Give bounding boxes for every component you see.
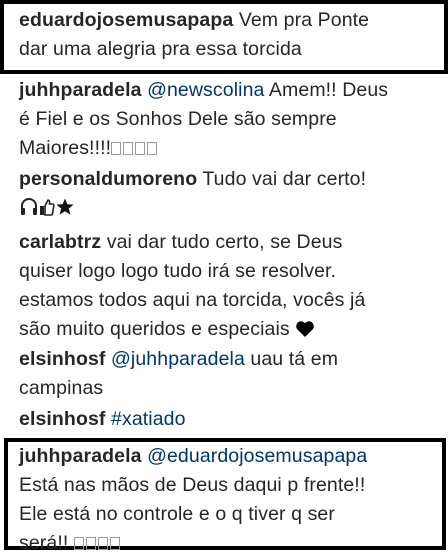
comment-line: juhhparadela @eduardojosemusapapa [19, 442, 367, 471]
heart-icon [296, 321, 315, 337]
comment-mention[interactable]: @newscolina [147, 79, 264, 101]
comment-line: eduardojosemusapapa Vem pra Ponte [19, 6, 369, 35]
comment-text: Maiores!!!! [19, 137, 112, 159]
comment-mention[interactable]: @eduardojosemusapapa [147, 445, 367, 467]
comment-text: Ele está no controle e o q tiver q ser [19, 503, 335, 525]
comment-line: será!! [19, 529, 367, 558]
comments-panel: eduardojosemusapapa Vem pra Ponte dar um… [0, 0, 448, 554]
comment-username[interactable]: elsinhosf [19, 348, 106, 370]
comment-text: dar uma alegria pra essa torcida [19, 38, 302, 60]
thumbs-up-icon [40, 199, 55, 216]
comment-item: personaldumoreno Tudo vai dar certo! [19, 165, 366, 223]
comment-text: será!! [19, 532, 69, 554]
missing-glyph-icons [73, 532, 122, 554]
comment-text: uau tá em [250, 348, 339, 370]
comment-item: elsinhosf @juhhparadela uau tá em campin… [19, 345, 338, 403]
comment-text: Amem!! Deus [268, 79, 389, 101]
comment-text: Vem pra Ponte [238, 9, 370, 31]
comment-username[interactable]: juhhparadela [19, 79, 142, 101]
comment-text: estamos todos aqui na torcida, vocês já [19, 289, 366, 311]
comment-text: é Fiel e os Sonhos Dele são sempre [19, 108, 337, 130]
comment-line: elsinhosf #xatiado [19, 405, 186, 434]
star-icon [56, 198, 74, 215]
comment-username[interactable]: carlabtrz [19, 231, 101, 253]
comment-item: elsinhosf #xatiado [19, 405, 186, 434]
headphones-icon [21, 198, 37, 215]
comment-username[interactable]: elsinhosf [19, 408, 106, 430]
comment-emojis [19, 194, 366, 223]
comment-item: carlabtrz vai dar tudo certo, se Deus qu… [19, 228, 365, 344]
comment-item: eduardojosemusapapa Vem pra Ponte dar um… [19, 6, 369, 64]
comment-line: elsinhosf @juhhparadela uau tá em [19, 345, 338, 374]
comment-text: campinas [19, 377, 104, 399]
comment-text: vai dar tudo certo, se Deus [106, 231, 343, 253]
comment-mention[interactable]: @juhhparadela [111, 348, 245, 370]
comment-text: quiser logo logo tudo irá se resolver. [19, 260, 337, 282]
comment-line: juhhparadela @newscolina Amem!! Deus [19, 76, 388, 105]
comment-hashtag[interactable]: #xatiado [111, 408, 186, 430]
comment-line: Maiores!!!! [19, 134, 388, 163]
comment-text: são muito queridos e especiais [19, 318, 290, 340]
comment-line: personaldumoreno Tudo vai dar certo! [19, 165, 366, 194]
comment-text: Está nas mãos de Deus daqui p frente!! [19, 474, 366, 496]
comment-item: juhhparadela @newscolina Amem!! Deus é F… [19, 76, 388, 163]
missing-glyph-icons [111, 137, 159, 159]
comment-username[interactable]: eduardojosemusapapa [19, 9, 233, 31]
comment-username[interactable]: personaldumoreno [19, 168, 197, 190]
comment-line: são muito queridos e especiais [19, 315, 365, 344]
comment-username[interactable]: juhhparadela [19, 445, 142, 467]
comment-item: juhhparadela @eduardojosemusapapa Está n… [19, 442, 367, 558]
comment-text: Tudo vai dar certo! [202, 168, 367, 190]
comment-line: carlabtrz vai dar tudo certo, se Deus [19, 228, 365, 257]
